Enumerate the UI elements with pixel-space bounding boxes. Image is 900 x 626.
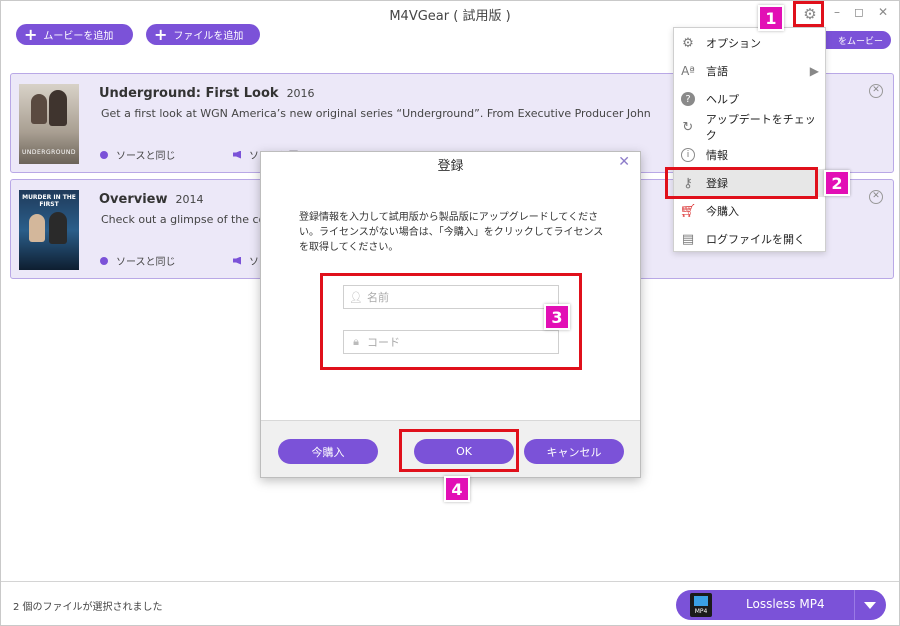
annotation-box-1 <box>793 1 824 27</box>
video-setting[interactable]: ソースと同じ <box>100 147 176 162</box>
refresh-icon: ↻ <box>682 119 694 135</box>
video-quality-icon <box>100 256 108 265</box>
step-badge-1: 1 <box>758 5 784 31</box>
menu-item-options[interactable]: ⚙ オプション <box>674 29 825 57</box>
mp4-format-icon: MP4 <box>690 593 712 617</box>
menu-item-buy-now[interactable]: 🛒︎ 今購入 <box>674 197 825 225</box>
video-quality-icon <box>100 150 108 159</box>
dialog-message: 登録情報を入力して試用版から製品版にアップグレードしてください。ライセンスがない… <box>299 212 604 253</box>
minimize-icon[interactable]: – <box>829 5 845 19</box>
step-badge-3: 3 <box>544 304 570 330</box>
log-file-icon: ▤ <box>681 231 695 247</box>
movie-year: 2016 <box>286 87 315 100</box>
chevron-down-icon[interactable] <box>864 602 876 609</box>
font-icon: Aª <box>681 64 695 78</box>
close-icon[interactable]: ✕ <box>618 154 630 170</box>
menu-item-language[interactable]: Aª 言語 ▶ <box>674 57 825 85</box>
add-file-button[interactable]: + ファイルを追加 <box>146 24 260 45</box>
step-badge-2: 2 <box>824 170 850 196</box>
dialog-title: 登録 <box>437 159 464 174</box>
speaker-icon <box>233 150 241 159</box>
movie-thumbnail: UNDERGROUND <box>19 84 79 164</box>
movie-thumbnail: MURDER IN THE FIRST <box>19 190 79 270</box>
info-icon: i <box>680 147 696 163</box>
add-file-label: ファイルを追加 <box>173 31 244 42</box>
step-badge-4: 4 <box>444 476 470 502</box>
menu-item-info[interactable]: i 情報 <box>674 141 825 169</box>
annotation-box-2 <box>665 167 818 199</box>
format-divider <box>854 590 855 620</box>
cancel-button[interactable]: キャンセル <box>524 439 624 464</box>
help-icon: ? <box>680 91 696 107</box>
gear-icon: ⚙ <box>682 35 694 51</box>
maximize-icon[interactable]: ◻ <box>851 5 867 19</box>
buy-now-button[interactable]: 今購入 <box>278 439 378 464</box>
plus-icon: + <box>154 24 168 44</box>
menu-item-help[interactable]: ? ヘルプ <box>674 85 825 113</box>
annotation-box-4 <box>399 429 519 472</box>
remove-item-icon[interactable]: ✕ <box>869 190 883 204</box>
app-window: M4VGear ( 試用版 ) – ◻ ✕ ⚙ + ムービーを追加 + ファイル… <box>0 0 900 626</box>
movie-title: Underground: First Look 2016 <box>99 86 315 101</box>
movie-description: Check out a glimpse of the compl <box>101 213 287 226</box>
remove-item-icon[interactable]: ✕ <box>869 84 883 98</box>
movie-description: Get a first look at WGN America’s new or… <box>101 107 651 120</box>
menu-item-check-update[interactable]: ↻ アップデートをチェック <box>674 113 825 142</box>
movie-year: 2014 <box>175 193 204 206</box>
menu-item-open-log[interactable]: ▤ ログファイルを開く <box>674 225 825 253</box>
submenu-arrow-icon: ▶ <box>809 64 819 78</box>
add-movie-button[interactable]: + ムービーを追加 <box>16 24 133 45</box>
add-movie-label: ムービーを追加 <box>43 31 114 42</box>
status-bar: 2 個のファイルが選択されました MP4 Lossless MP4 <box>1 581 899 625</box>
plus-icon: + <box>24 24 38 44</box>
movie-title: Overview 2014 <box>99 192 204 207</box>
annotation-box-3 <box>320 273 582 370</box>
output-format-label: Lossless MP4 <box>746 597 825 611</box>
settings-menu: ⚙ オプション Aª 言語 ▶ ? ヘルプ ↻ アップデートをチェック i 情報… <box>673 27 826 252</box>
speaker-icon <box>233 256 241 265</box>
selection-status: 2 個のファイルが選択されました <box>13 602 163 613</box>
close-icon[interactable]: ✕ <box>875 5 891 19</box>
cart-icon: 🛒︎ <box>679 203 697 219</box>
video-setting[interactable]: ソースと同じ <box>100 253 176 268</box>
output-format-button[interactable]: MP4 Lossless MP4 <box>676 590 886 620</box>
